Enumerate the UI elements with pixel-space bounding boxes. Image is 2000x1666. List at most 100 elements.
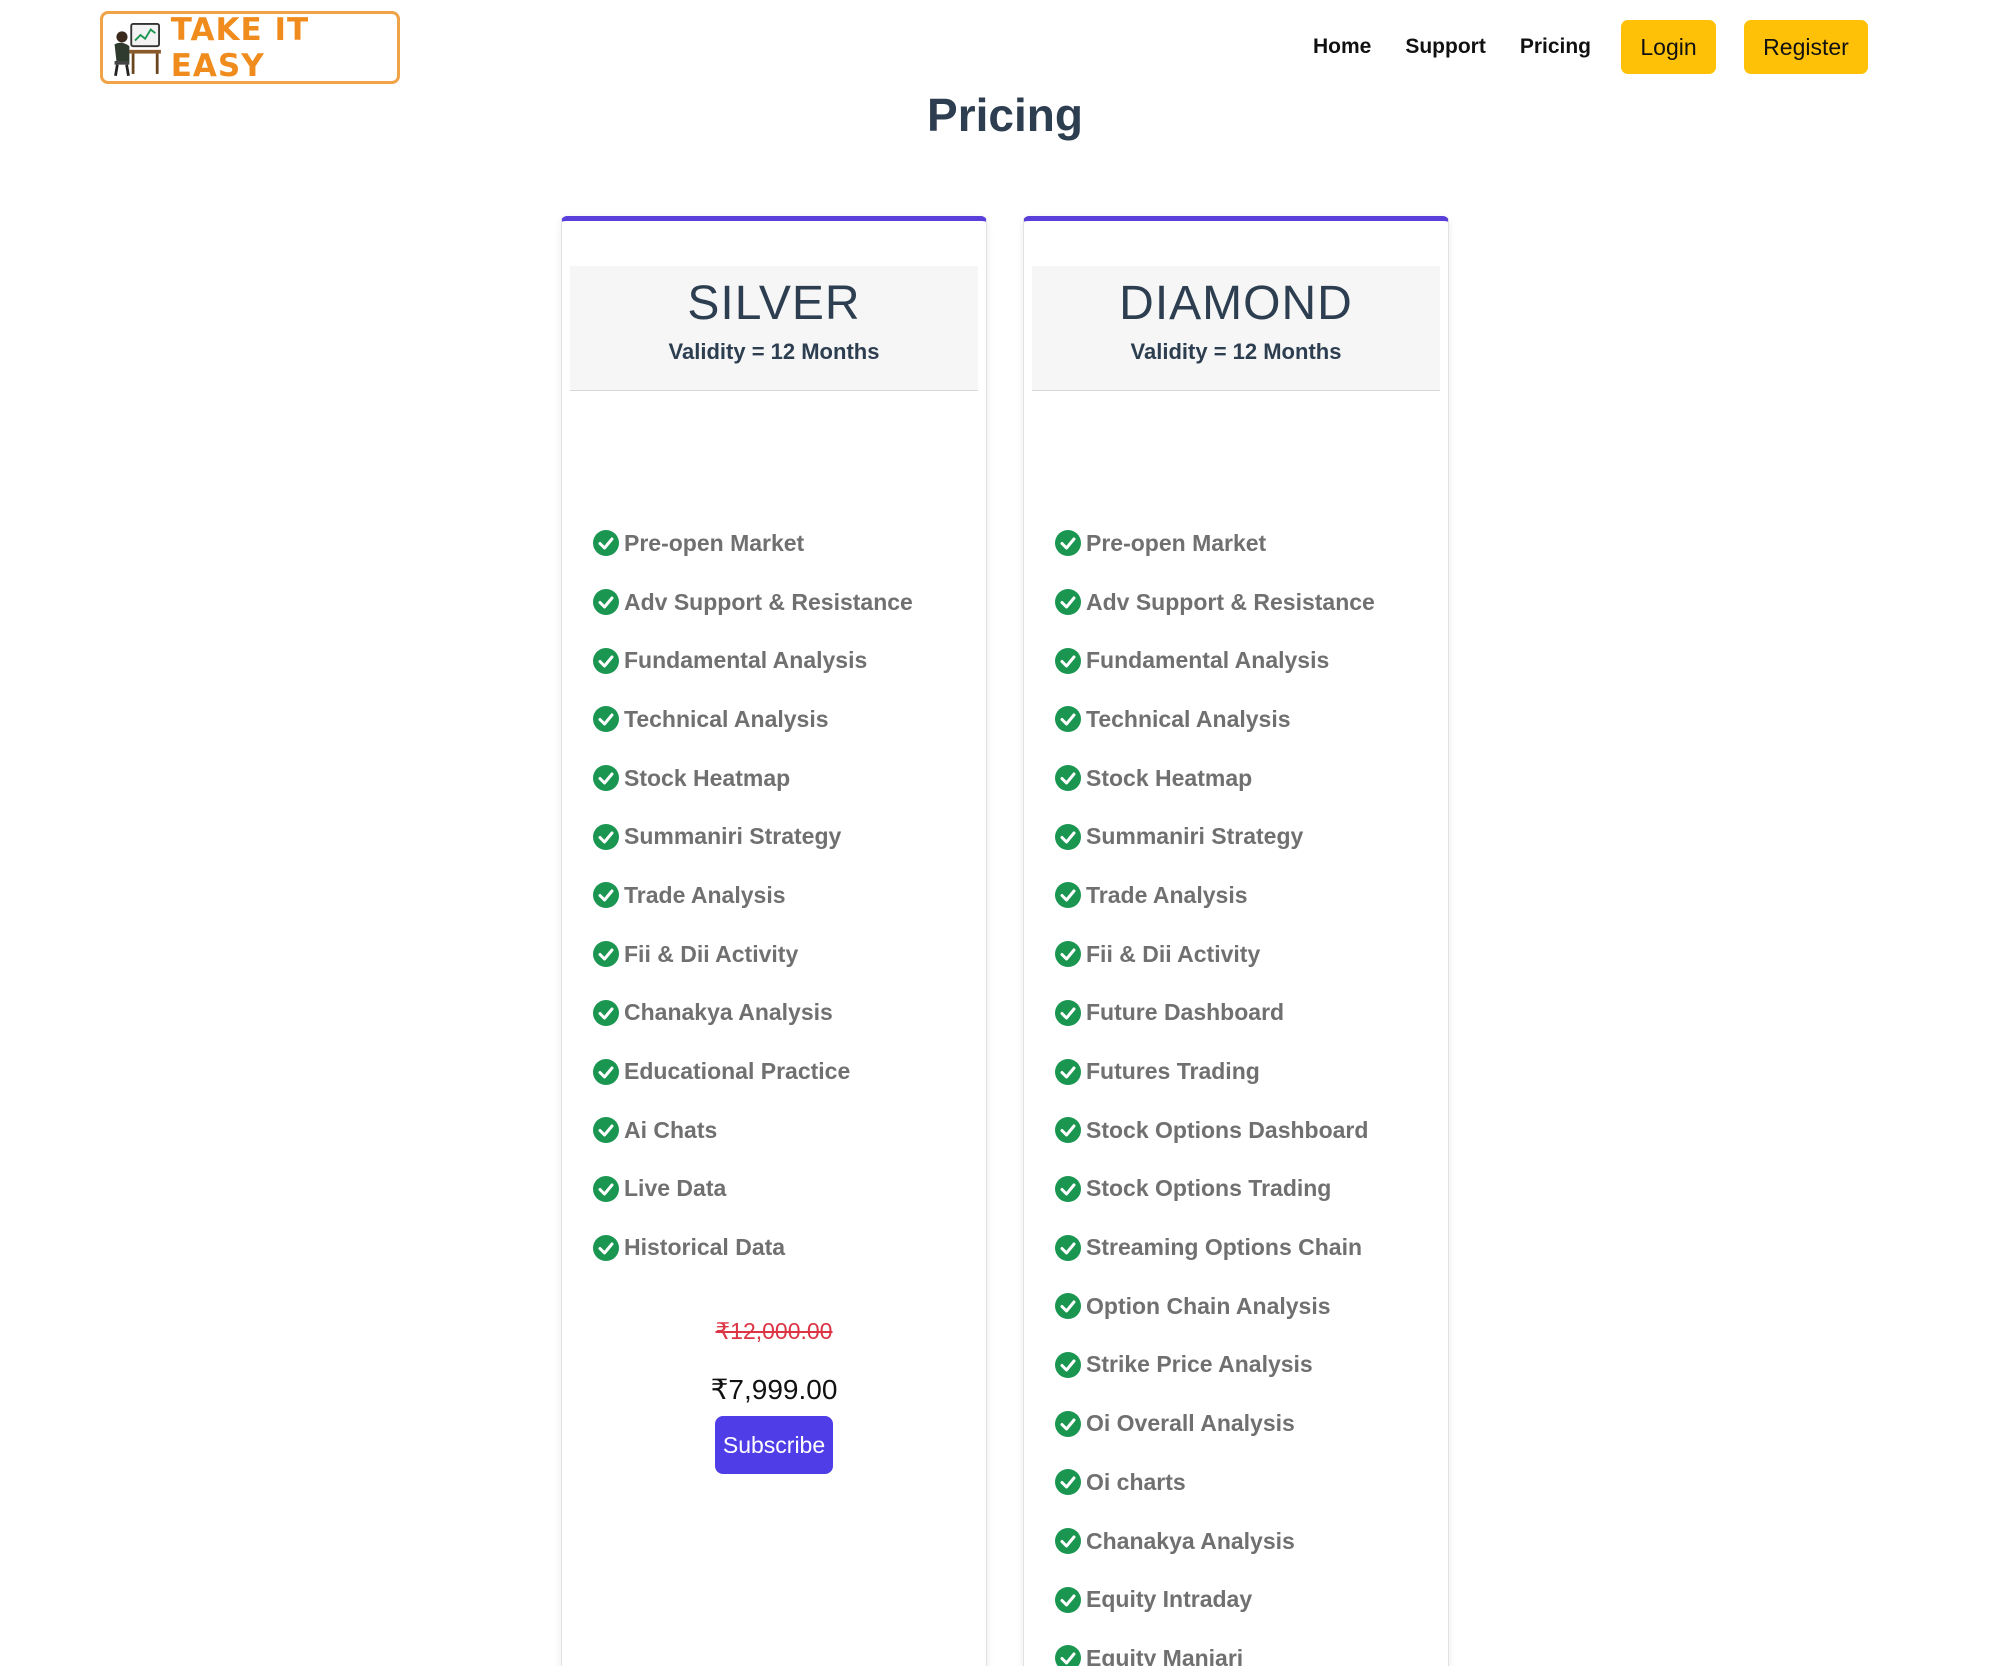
feature-item: Chanakya Analysis xyxy=(1054,1512,1375,1571)
feature-label: Fundamental Analysis xyxy=(624,647,868,674)
feature-item: Technical Analysis xyxy=(1054,690,1375,749)
brand-logo[interactable]: TAKE IT EASY xyxy=(100,11,400,84)
check-circle-icon xyxy=(593,589,619,616)
check-circle-icon xyxy=(593,1117,619,1144)
nav-pricing-link[interactable]: Pricing xyxy=(1520,35,1591,59)
feature-label: Live Data xyxy=(624,1175,727,1202)
feature-label: Oi charts xyxy=(1086,1468,1186,1495)
trader-at-desk-icon xyxy=(114,22,161,76)
feature-label: Oi Overall Analysis xyxy=(1086,1410,1295,1437)
feature-item: Historical Data xyxy=(592,1218,913,1277)
check-circle-icon xyxy=(593,1234,619,1261)
feature-label: Fundamental Analysis xyxy=(1086,647,1330,674)
feature-label: Chanakya Analysis xyxy=(1086,1527,1295,1554)
feature-item: Chanakya Analysis xyxy=(592,984,913,1043)
feature-list: Pre-open Market Adv Support & Resistance F… xyxy=(1054,514,1375,1666)
feature-item: Equity Manjari xyxy=(1054,1629,1375,1666)
check-circle-icon xyxy=(593,823,619,850)
feature-label: Pre-open Market xyxy=(624,529,805,556)
plan-name: DIAMOND xyxy=(1119,277,1353,330)
feature-item: Stock Heatmap xyxy=(1054,749,1375,808)
check-circle-icon xyxy=(1055,1293,1081,1320)
feature-label: Educational Practice xyxy=(624,1058,851,1085)
feature-item: Adv Support & Resistance xyxy=(592,573,913,632)
feature-label: Stock Heatmap xyxy=(624,764,791,791)
check-circle-icon xyxy=(593,647,619,674)
plan-header: DIAMOND Validity = 12 Months xyxy=(1032,266,1440,391)
check-circle-icon xyxy=(1055,1410,1081,1437)
check-circle-icon xyxy=(1055,882,1081,909)
feature-item: Fii & Dii Activity xyxy=(592,925,913,984)
check-circle-icon xyxy=(1055,647,1081,674)
feature-item: Futures Trading xyxy=(1054,1042,1375,1101)
feature-label: Chanakya Analysis xyxy=(624,999,833,1026)
feature-item: Fundamental Analysis xyxy=(1054,631,1375,690)
feature-item: Fundamental Analysis xyxy=(592,631,913,690)
check-circle-icon xyxy=(593,999,619,1026)
feature-item: Future Dashboard xyxy=(1054,984,1375,1043)
feature-label: Strike Price Analysis xyxy=(1086,1351,1313,1378)
login-button[interactable]: Login xyxy=(1621,20,1716,74)
feature-label: Option Chain Analysis xyxy=(1086,1292,1331,1319)
feature-label: Stock Heatmap xyxy=(1086,764,1253,791)
check-circle-icon xyxy=(593,530,619,557)
page-title: Pricing xyxy=(927,89,1083,141)
brand-name: TAKE IT EASY xyxy=(170,11,310,84)
check-circle-icon xyxy=(1055,530,1081,557)
nav-support-link[interactable]: Support xyxy=(1405,35,1485,59)
feature-item: Technical Analysis xyxy=(592,690,913,749)
feature-item: Oi charts xyxy=(1054,1453,1375,1512)
check-circle-icon xyxy=(593,941,619,968)
feature-item: Pre-open Market xyxy=(1054,514,1375,573)
feature-label: Equity Intraday xyxy=(1086,1586,1253,1613)
feature-item: Ai Chats xyxy=(592,1101,913,1160)
plan-name: SILVER xyxy=(687,277,861,330)
feature-item: Streaming Options Chain xyxy=(1054,1218,1375,1277)
feature-item: Summaniri Strategy xyxy=(1054,807,1375,866)
main-nav: Home Support Pricing Login Register xyxy=(1313,20,1868,74)
feature-item: Trade Analysis xyxy=(1054,866,1375,925)
check-circle-icon xyxy=(1055,1351,1081,1378)
plan-validity: Validity = 12 Months xyxy=(668,339,880,364)
feature-item: Equity Intraday xyxy=(1054,1570,1375,1629)
feature-label: Historical Data xyxy=(624,1234,786,1261)
site-header: TAKE IT EASY Home Support Pricing Login … xyxy=(0,0,2000,100)
feature-label: Fii & Dii Activity xyxy=(1086,940,1261,967)
feature-item: Live Data xyxy=(592,1160,913,1219)
nav-home-link[interactable]: Home xyxy=(1313,35,1371,59)
feature-label: Pre-open Market xyxy=(1086,529,1267,556)
feature-item: Pre-open Market xyxy=(592,514,913,573)
feature-label: Future Dashboard xyxy=(1086,999,1285,1026)
feature-item: Stock Options Dashboard xyxy=(1054,1101,1375,1160)
feature-item: Adv Support & Resistance xyxy=(1054,573,1375,632)
check-circle-icon xyxy=(593,882,619,909)
plan-header: SILVER Validity = 12 Months xyxy=(570,266,978,391)
feature-item: Fii & Dii Activity xyxy=(1054,925,1375,984)
feature-label: Trade Analysis xyxy=(624,881,786,908)
feature-label: Streaming Options Chain xyxy=(1086,1234,1363,1261)
check-circle-icon xyxy=(1055,1469,1081,1496)
feature-label: Summaniri Strategy xyxy=(624,823,842,850)
feature-label: Stock Options Trading xyxy=(1086,1175,1332,1202)
plan-validity: Validity = 12 Months xyxy=(1130,339,1342,364)
plan-card-silver: SILVER Validity = 12 Months Pre-open Mar… xyxy=(561,216,987,1666)
check-circle-icon xyxy=(1055,1234,1081,1261)
feature-item: Oi Overall Analysis xyxy=(1054,1394,1375,1453)
check-circle-icon xyxy=(1055,706,1081,733)
feature-label: Adv Support & Resistance xyxy=(624,588,913,615)
feature-item: Stock Options Trading xyxy=(1054,1160,1375,1219)
check-circle-icon xyxy=(593,1175,619,1202)
plan-card-diamond: DIAMOND Validity = 12 Months Pre-open Ma… xyxy=(1023,216,1449,1666)
check-circle-icon xyxy=(593,1058,619,1085)
check-circle-icon xyxy=(1055,941,1081,968)
feature-item: Educational Practice xyxy=(592,1042,913,1101)
check-circle-icon xyxy=(593,765,619,792)
discounted-price: ₹7,999.00 xyxy=(710,1374,838,1405)
check-circle-icon xyxy=(1055,999,1081,1026)
register-button[interactable]: Register xyxy=(1744,20,1868,74)
feature-label: Ai Chats xyxy=(624,1116,718,1143)
feature-label: Trade Analysis xyxy=(1086,881,1248,908)
check-circle-icon xyxy=(1055,1586,1081,1613)
feature-label: Adv Support & Resistance xyxy=(1086,588,1375,615)
subscribe-button[interactable]: Subscribe xyxy=(715,1416,833,1474)
